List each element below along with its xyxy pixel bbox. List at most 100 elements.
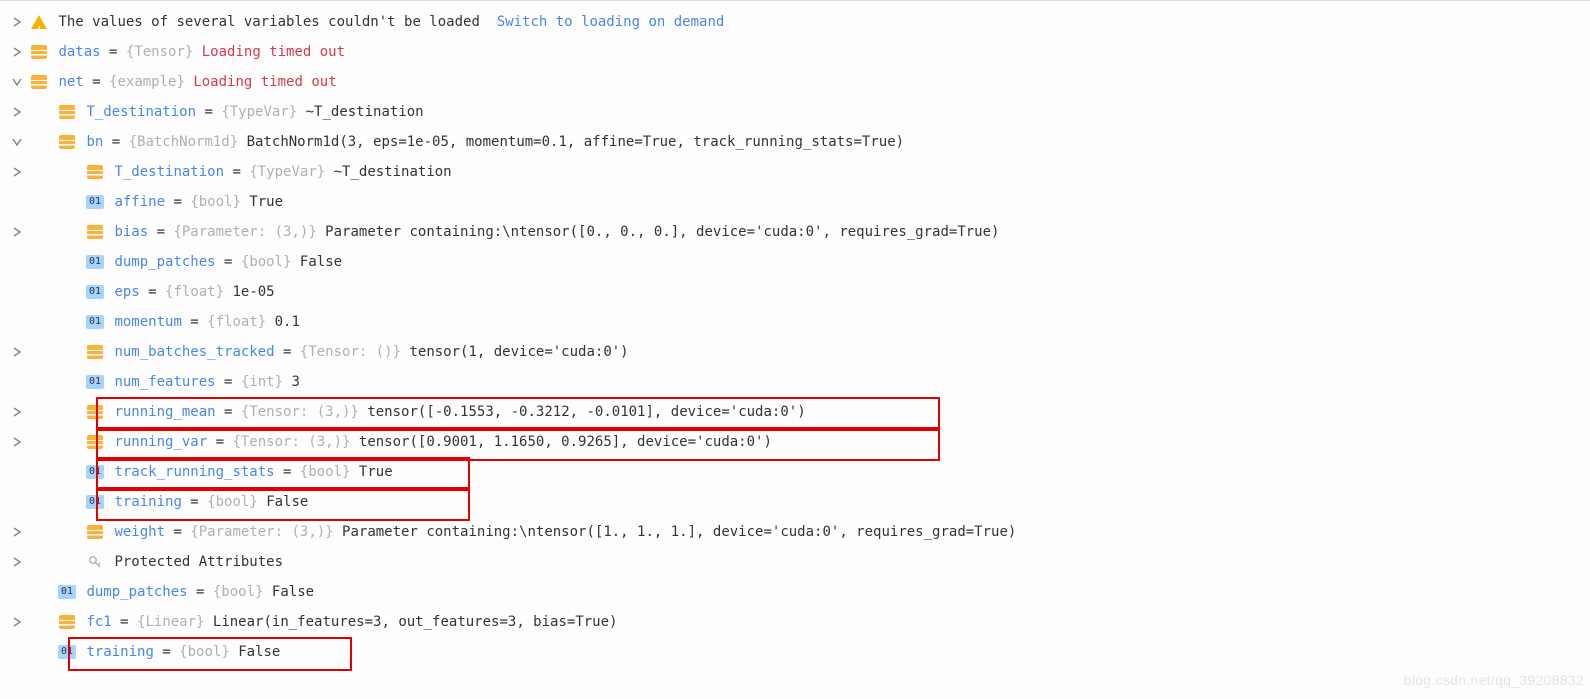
primitive-icon: 01: [84, 465, 106, 479]
variable-row-dump_patches: 01 dump_patches = {bool} False: [4, 247, 1580, 277]
variable-type: {BatchNorm1d}: [129, 127, 247, 157]
chevron-right-icon[interactable]: [6, 437, 28, 447]
variable-row-T_destination: T_destination = {TypeVar} ~T_destination: [4, 157, 1580, 187]
variable-type: {bool}: [300, 457, 359, 487]
chevron-right-icon[interactable]: [6, 227, 28, 237]
variable-value: Loading timed out: [202, 37, 345, 67]
chevron-right-icon[interactable]: [6, 167, 28, 177]
object-icon: [84, 345, 106, 359]
variable-row-running_mean: running_mean = {Tensor: (3,)} tensor([-0…: [4, 397, 1580, 427]
variable-value: True: [359, 457, 393, 487]
variable-value: False: [238, 637, 280, 667]
variable-name[interactable]: num_batches_tracked: [114, 337, 274, 367]
protected-attributes-label[interactable]: Protected Attributes: [114, 547, 283, 577]
variable-type: {TypeVar}: [221, 97, 305, 127]
variable-name[interactable]: track_running_stats: [114, 457, 274, 487]
variable-name[interactable]: num_features: [114, 367, 215, 397]
variable-row-momentum: 01 momentum = {float} 0.1: [4, 307, 1580, 337]
variable-type: {Parameter: (3,)}: [190, 517, 342, 547]
primitive-icon: 01: [56, 585, 78, 599]
variable-value: Parameter containing:\ntensor([1., 1., 1…: [342, 517, 1016, 547]
chevron-right-icon[interactable]: [6, 347, 28, 357]
variable-name[interactable]: T_destination: [86, 97, 196, 127]
variable-row-num_batches_tracked: num_batches_tracked = {Tensor: ()} tenso…: [4, 337, 1580, 367]
variable-name[interactable]: dump_patches: [86, 577, 187, 607]
variable-row-dump_patches: 01 dump_patches = {bool} False: [4, 577, 1580, 607]
primitive-icon: 01: [84, 315, 106, 329]
variable-row-training: 01 training = {bool} False: [4, 637, 1580, 667]
variable-value: ~T_destination: [306, 97, 424, 127]
variable-value: False: [266, 487, 308, 517]
variable-name[interactable]: net: [58, 67, 83, 97]
variable-type: {Parameter: (3,)}: [173, 217, 325, 247]
variable-name[interactable]: datas: [58, 37, 100, 67]
variable-row-bias: bias = {Parameter: (3,)} Parameter conta…: [4, 217, 1580, 247]
variable-name[interactable]: bias: [114, 217, 148, 247]
variable-value: Linear(in_features=3, out_features=3, bi…: [213, 607, 618, 637]
primitive-icon: 01: [56, 645, 78, 659]
variable-type: {bool}: [241, 247, 300, 277]
variable-type: {bool}: [190, 187, 249, 217]
variable-type: {bool}: [207, 487, 266, 517]
variable-type: {Tensor}: [126, 37, 202, 67]
variable-name[interactable]: momentum: [114, 307, 181, 337]
variable-name[interactable]: training: [114, 487, 181, 517]
object-icon: [28, 75, 50, 89]
variable-type: {Tensor: (3,)}: [232, 427, 358, 457]
primitive-icon: 01: [84, 375, 106, 389]
variable-name[interactable]: affine: [114, 187, 165, 217]
variable-row-affine: 01 affine = {bool} True: [4, 187, 1580, 217]
variable-name[interactable]: bn: [86, 127, 103, 157]
variable-type: {Linear}: [137, 607, 213, 637]
chevron-right-icon[interactable]: [6, 17, 28, 27]
variable-row-num_features: 01 num_features = {int} 3: [4, 367, 1580, 397]
object-icon: [56, 135, 78, 149]
chevron-right-icon[interactable]: [6, 527, 28, 537]
warning-message: The values of several variables couldn't…: [58, 7, 479, 37]
variable-name[interactable]: running_mean: [114, 397, 215, 427]
object-icon: [84, 165, 106, 179]
object-icon: [84, 525, 106, 539]
variable-name[interactable]: training: [86, 637, 153, 667]
variable-row-bn: bn = {BatchNorm1d} BatchNorm1d(3, eps=1e…: [4, 127, 1580, 157]
chevron-right-icon[interactable]: [6, 557, 28, 567]
chevron-right-icon[interactable]: [6, 47, 28, 57]
variable-row-weight: weight = {Parameter: (3,)} Parameter con…: [4, 517, 1580, 547]
chevron-down-icon[interactable]: [6, 137, 28, 147]
variable-name[interactable]: dump_patches: [114, 247, 215, 277]
switch-loading-link[interactable]: Switch to loading on demand: [497, 7, 725, 37]
variable-name[interactable]: fc1: [86, 607, 111, 637]
object-icon: [84, 435, 106, 449]
variable-row-net: net = {example} Loading timed out: [4, 67, 1580, 97]
variable-row-track_running_stats: 01 track_running_stats = {bool} True: [4, 457, 1580, 487]
variable-value: BatchNorm1d(3, eps=1e-05, momentum=0.1, …: [247, 127, 904, 157]
chevron-right-icon[interactable]: [6, 107, 28, 117]
variable-row-datas: datas = {Tensor} Loading timed out: [4, 37, 1580, 67]
variable-value: False: [272, 577, 314, 607]
variable-value: False: [300, 247, 342, 277]
variable-type: {int}: [241, 367, 292, 397]
variable-type: {bool}: [213, 577, 272, 607]
primitive-icon: 01: [84, 495, 106, 509]
variable-name[interactable]: T_destination: [114, 157, 224, 187]
variable-value: ~T_destination: [334, 157, 452, 187]
object-icon: [84, 405, 106, 419]
variable-value: 0.1: [275, 307, 300, 337]
variable-name[interactable]: weight: [114, 517, 165, 547]
primitive-icon: 01: [84, 195, 106, 209]
chevron-right-icon[interactable]: [6, 617, 28, 627]
variable-type: {float}: [165, 277, 232, 307]
object-icon: [56, 105, 78, 119]
variable-name[interactable]: running_var: [114, 427, 207, 457]
variable-type: {bool}: [179, 637, 238, 667]
variable-row-fc1: fc1 = {Linear} Linear(in_features=3, out…: [4, 607, 1580, 637]
variable-name[interactable]: eps: [114, 277, 139, 307]
variable-value: Loading timed out: [193, 67, 336, 97]
variable-type: {Tensor: ()}: [300, 337, 410, 367]
warning-icon: [28, 15, 50, 29]
chevron-down-icon[interactable]: [6, 77, 28, 87]
chevron-right-icon[interactable]: [6, 407, 28, 417]
primitive-icon: 01: [84, 285, 106, 299]
variable-row-eps: 01 eps = {float} 1e-05: [4, 277, 1580, 307]
variable-type: {example}: [109, 67, 193, 97]
